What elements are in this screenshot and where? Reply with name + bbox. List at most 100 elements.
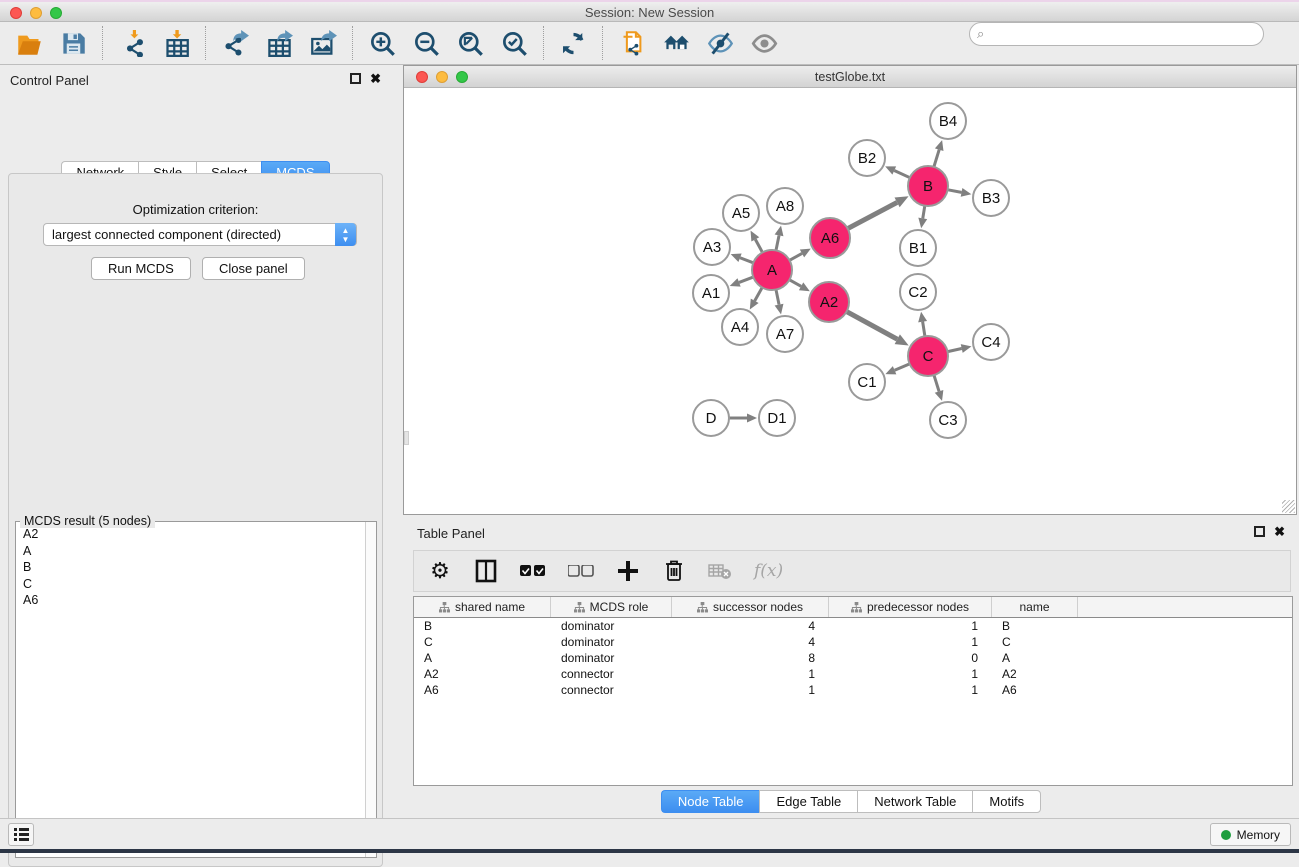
result-node-item[interactable]: A2: [17, 526, 364, 543]
deselect-all-icon[interactable]: [568, 558, 594, 584]
table-row[interactable]: Adominator80A: [414, 650, 1292, 666]
cell-shared-name[interactable]: B: [414, 618, 551, 634]
table-row[interactable]: A6connector11A6: [414, 682, 1292, 698]
cell-name[interactable]: A2: [992, 666, 1078, 682]
column-header-successor-nodes[interactable]: successor nodes: [672, 597, 829, 617]
column-header-name[interactable]: name: [992, 597, 1078, 617]
edge-B-B2[interactable]: [894, 171, 910, 179]
edge-A-A3[interactable]: [740, 258, 754, 263]
close-panel-icon[interactable]: ✖: [370, 71, 381, 87]
cell-successor-nodes[interactable]: 1: [672, 682, 829, 698]
refresh-icon[interactable]: [558, 28, 588, 58]
tab-motifs[interactable]: Motifs: [972, 790, 1041, 813]
result-node-item[interactable]: B: [17, 559, 364, 576]
edge-A2-C[interactable]: [846, 311, 898, 339]
result-node-item[interactable]: C: [17, 576, 364, 593]
cell-shared-name[interactable]: A2: [414, 666, 551, 682]
export-table-icon[interactable]: [264, 28, 294, 58]
mcds-result-list[interactable]: A2ABCA6: [17, 526, 364, 855]
float-panel-icon[interactable]: [350, 73, 361, 84]
node-table[interactable]: shared nameMCDS rolesuccessor nodesprede…: [413, 596, 1293, 786]
result-scrollbar[interactable]: [365, 522, 376, 857]
cell-name[interactable]: B: [992, 618, 1078, 634]
settings-gear-icon[interactable]: ⚙: [428, 558, 452, 584]
edge-A-A6[interactable]: [789, 253, 802, 260]
search-input[interactable]: [969, 22, 1264, 46]
cell-MCDS-role[interactable]: dominator: [551, 634, 672, 650]
tab-network-table[interactable]: Network Table: [857, 790, 972, 813]
zoom-selected-icon[interactable]: [499, 28, 529, 58]
edge-C-C3[interactable]: [934, 374, 939, 391]
run-mcds-button[interactable]: Run MCDS: [91, 257, 191, 280]
table-close-panel-icon[interactable]: ✖: [1274, 524, 1285, 540]
table-row[interactable]: A2connector11A2: [414, 666, 1292, 682]
edge-A-A2[interactable]: [789, 279, 802, 286]
cell-MCDS-role[interactable]: dominator: [551, 650, 672, 666]
edge-C-C1[interactable]: [895, 363, 911, 370]
cell-predecessor-nodes[interactable]: 1: [829, 634, 992, 650]
cell-predecessor-nodes[interactable]: 0: [829, 650, 992, 666]
show-graphics-icon[interactable]: [749, 28, 779, 58]
cell-successor-nodes[interactable]: 1: [672, 666, 829, 682]
zoom-in-icon[interactable]: [367, 28, 397, 58]
edge-A-A8[interactable]: [776, 235, 779, 251]
export-network-icon[interactable]: [220, 28, 250, 58]
edge-A-A4[interactable]: [755, 287, 763, 301]
network-file-icon[interactable]: [617, 28, 647, 58]
table-row[interactable]: Cdominator41C: [414, 634, 1292, 650]
table-float-panel-icon[interactable]: [1254, 526, 1265, 537]
result-node-item[interactable]: A: [17, 543, 364, 560]
cell-name[interactable]: A: [992, 650, 1078, 666]
table-row[interactable]: Bdominator41B: [414, 618, 1292, 634]
window-resize-grip[interactable]: [1282, 500, 1295, 513]
cell-predecessor-nodes[interactable]: 1: [829, 618, 992, 634]
export-image-icon[interactable]: [308, 28, 338, 58]
home-session-icon[interactable]: [661, 28, 691, 58]
edge-B-B3[interactable]: [947, 190, 962, 193]
add-column-icon[interactable]: [616, 558, 640, 584]
result-node-item[interactable]: A6: [17, 592, 364, 609]
save-icon[interactable]: [58, 28, 88, 58]
column-header-shared-name[interactable]: shared name: [414, 597, 551, 617]
cell-successor-nodes[interactable]: 4: [672, 634, 829, 650]
tab-node-table[interactable]: Node Table: [661, 790, 760, 813]
cell-predecessor-nodes[interactable]: 1: [829, 666, 992, 682]
select-all-icon[interactable]: [520, 558, 546, 584]
cell-name[interactable]: C: [992, 634, 1078, 650]
cell-successor-nodes[interactable]: 8: [672, 650, 829, 666]
criterion-dropdown[interactable]: largest connected component (directed) ▲…: [43, 223, 357, 246]
tab-edge-table[interactable]: Edge Table: [759, 790, 857, 813]
column-layout-icon[interactable]: [474, 558, 498, 584]
cell-name[interactable]: A6: [992, 682, 1078, 698]
zoom-fit-icon[interactable]: [455, 28, 485, 58]
network-window-titlebar[interactable]: testGlobe.txt: [404, 66, 1296, 88]
edge-C-C4[interactable]: [947, 349, 962, 352]
cell-shared-name[interactable]: A: [414, 650, 551, 666]
import-table-icon[interactable]: [161, 28, 191, 58]
cell-MCDS-role[interactable]: dominator: [551, 618, 672, 634]
column-header-predecessor-nodes[interactable]: predecessor nodes: [829, 597, 992, 617]
edge-A6-B[interactable]: [847, 202, 897, 229]
delete-column-icon[interactable]: [662, 558, 686, 584]
window-edge-handle[interactable]: [404, 431, 409, 445]
open-folder-icon[interactable]: [14, 28, 44, 58]
edge-B-B4[interactable]: [934, 150, 940, 168]
hide-graphics-icon[interactable]: [705, 28, 735, 58]
import-network-icon[interactable]: [117, 28, 147, 58]
cell-predecessor-nodes[interactable]: 1: [829, 682, 992, 698]
edge-C-C2[interactable]: [923, 322, 925, 338]
cell-shared-name[interactable]: C: [414, 634, 551, 650]
column-header-MCDS-role[interactable]: MCDS role: [551, 597, 672, 617]
edge-B-B1[interactable]: [923, 205, 925, 219]
memory-button[interactable]: Memory: [1210, 823, 1291, 846]
edge-A-A5[interactable]: [755, 239, 763, 253]
cell-successor-nodes[interactable]: 4: [672, 618, 829, 634]
edge-A-A1[interactable]: [739, 277, 754, 283]
cell-MCDS-role[interactable]: connector: [551, 682, 672, 698]
cell-MCDS-role[interactable]: connector: [551, 666, 672, 682]
task-history-button[interactable]: [8, 823, 34, 846]
edge-A-A7[interactable]: [776, 289, 779, 305]
cell-shared-name[interactable]: A6: [414, 682, 551, 698]
network-graph-canvas[interactable]: AA1A2A3A4A5A6A7A8BB1B2B3B4CC1C2C3C4DD1: [404, 88, 1296, 514]
zoom-out-icon[interactable]: [411, 28, 441, 58]
